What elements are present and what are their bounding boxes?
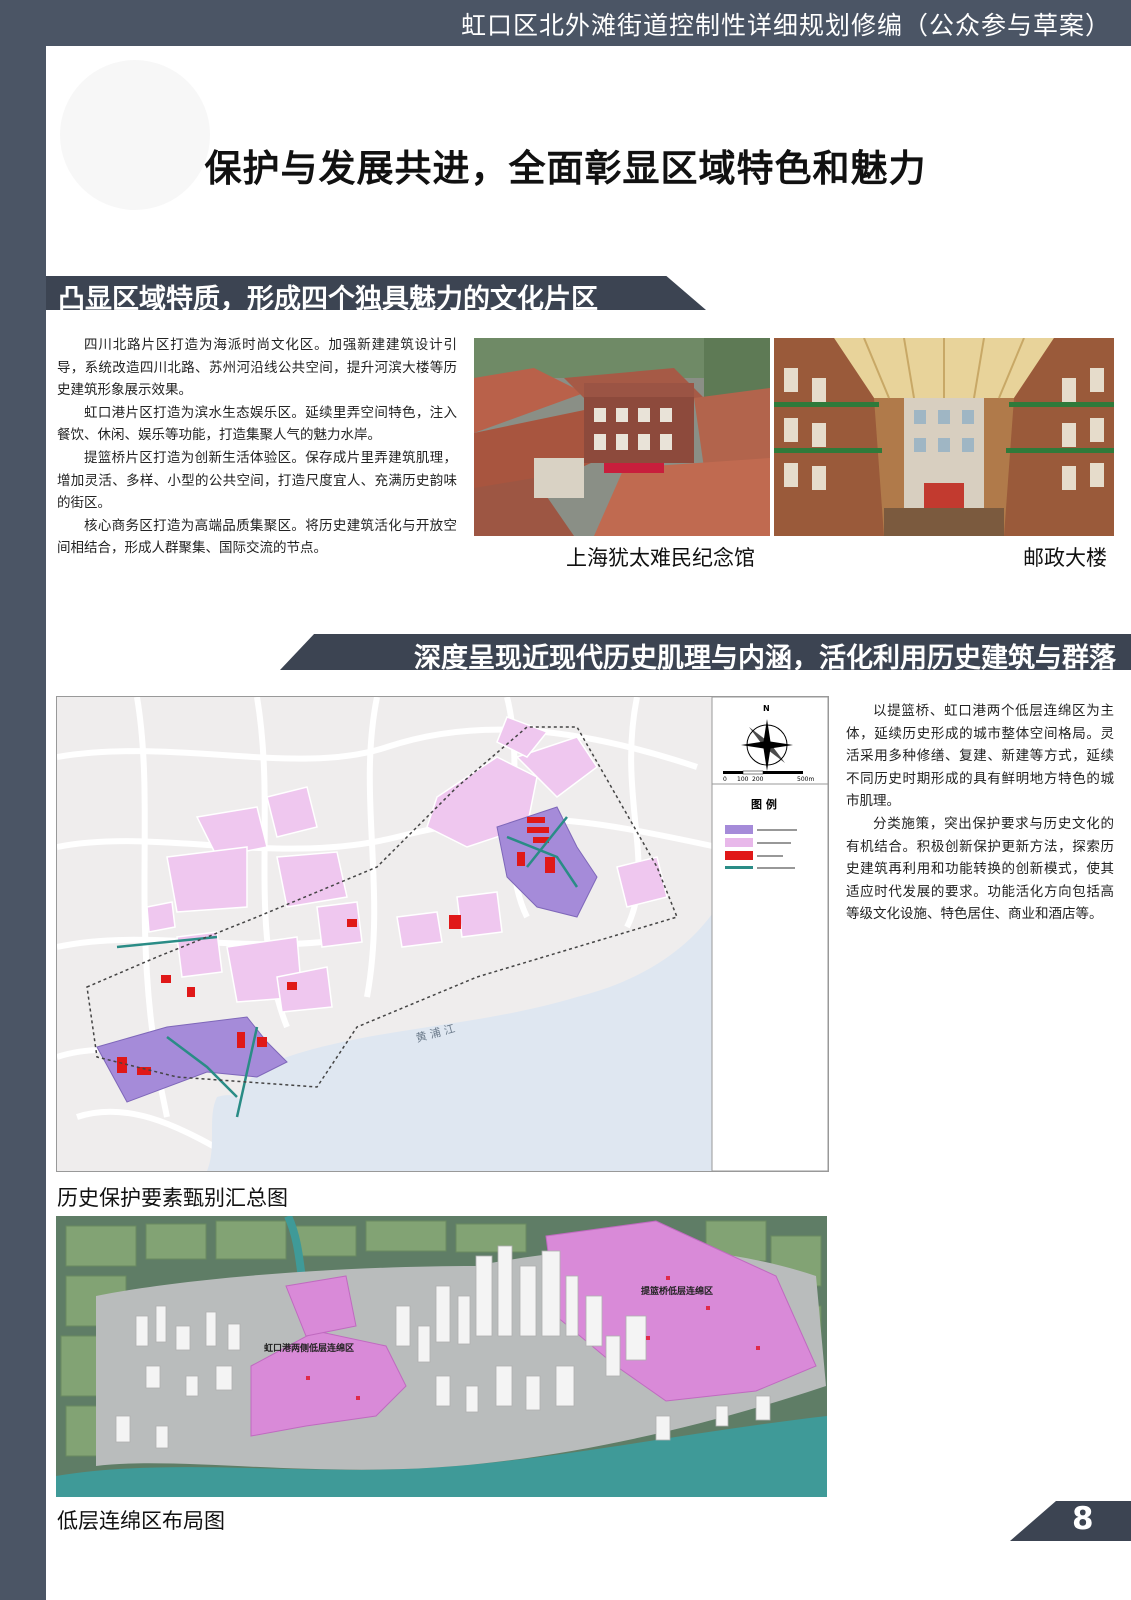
map-caption: 历史保护要素甄别汇总图	[57, 1186, 288, 1210]
historic-preservation-map: 黄 浦 江 N 0 100 200 500m 图 例	[56, 696, 829, 1172]
section1-banner: 凸显区域特质，形成四个独具魅力的文化片区	[46, 276, 706, 310]
scale-label: 100	[737, 776, 749, 783]
photo-jewish-refugees-museum-image	[474, 338, 770, 536]
page-number: 8	[1072, 1501, 1094, 1537]
section1-heading: 凸显区域特质，形成四个独具魅力的文化片区	[58, 284, 598, 315]
photo-caption: 邮政大楼	[1023, 546, 1107, 570]
section1-paragraph: 提篮桥片区打造为创新生活体验区。保存成片里弄建筑肌理，增加灵活、多样、小型的公共…	[57, 449, 457, 512]
low-rise-district-map: 提篮桥低层连绵区 虹口港两侧低层连绵区	[56, 1216, 827, 1497]
document-header-title: 虹口区北外滩街道控制性详细规划修编（公众参与草案）	[460, 11, 1111, 40]
section1-paragraph: 虹口港片区打造为滨水生态娱乐区。延续里弄空间特色，注入餐饮、休闲、娱乐等功能，打…	[57, 404, 457, 444]
north-label: N	[763, 704, 770, 713]
section2-banner: 深度呈现近现代历史肌理与内涵，活化利用历史建筑与群落	[280, 634, 1131, 670]
scale-label: 500m	[797, 776, 814, 783]
photo-post-office-building-image	[774, 338, 1114, 536]
section1-paragraph: 四川北路片区打造为海派时尚文化区。加强新建建筑设计引导，系统改造四川北路、苏州河…	[57, 337, 457, 399]
section1-paragraph: 核心商务区打造为高端品质集聚区。将历史建筑活化与开放空间相结合，形成人群聚集、国…	[57, 517, 457, 557]
low-rise-district-map-graphic: 提篮桥低层连绵区 虹口港两侧低层连绵区	[56, 1216, 827, 1497]
photo-jewish-refugees-museum	[474, 338, 770, 536]
section2-heading: 深度呈现近现代历史肌理与内涵，活化利用历史建筑与群落	[414, 643, 1116, 674]
top-header-bar: 虹口区北外滩街道控制性详细规划修编（公众参与草案）	[0, 0, 1131, 46]
section2-text: 以提篮桥、虹口港两个低层连绵区为主体，延续历史形成的城市整体空间格局。灵活采用多…	[846, 700, 1114, 926]
section1-text: 四川北路片区打造为海派时尚文化区。加强新建建筑设计引导，系统改造四川北路、苏州河…	[57, 334, 457, 560]
section2-paragraph: 分类施策，突出保护要求与历史文化的有机结合。积极创新保护更新方法，探索历史建筑再…	[846, 815, 1114, 923]
page-number-badge	[1010, 1501, 1131, 1541]
section2-paragraph: 以提篮桥、虹口港两个低层连绵区为主体，延续历史形成的城市整体空间格局。灵活采用多…	[846, 703, 1114, 810]
left-side-bar	[0, 0, 46, 1600]
scale-label: 200	[752, 776, 764, 783]
district-label: 虹口港两侧低层连绵区	[264, 1342, 354, 1354]
historic-preservation-map-graphic: 黄 浦 江 N 0 100 200 500m 图 例	[57, 697, 828, 1171]
page-title: 保护与发展共进，全面彰显区域特色和魅力	[204, 147, 927, 190]
legend-title: 图 例	[751, 797, 777, 811]
photo-caption: 上海犹太难民纪念馆	[566, 546, 755, 570]
scale-label: 0	[723, 776, 727, 783]
photo-post-office-building	[774, 338, 1114, 536]
map-caption: 低层连绵区布局图	[57, 1509, 225, 1533]
district-label: 提篮桥低层连绵区	[641, 1285, 713, 1297]
